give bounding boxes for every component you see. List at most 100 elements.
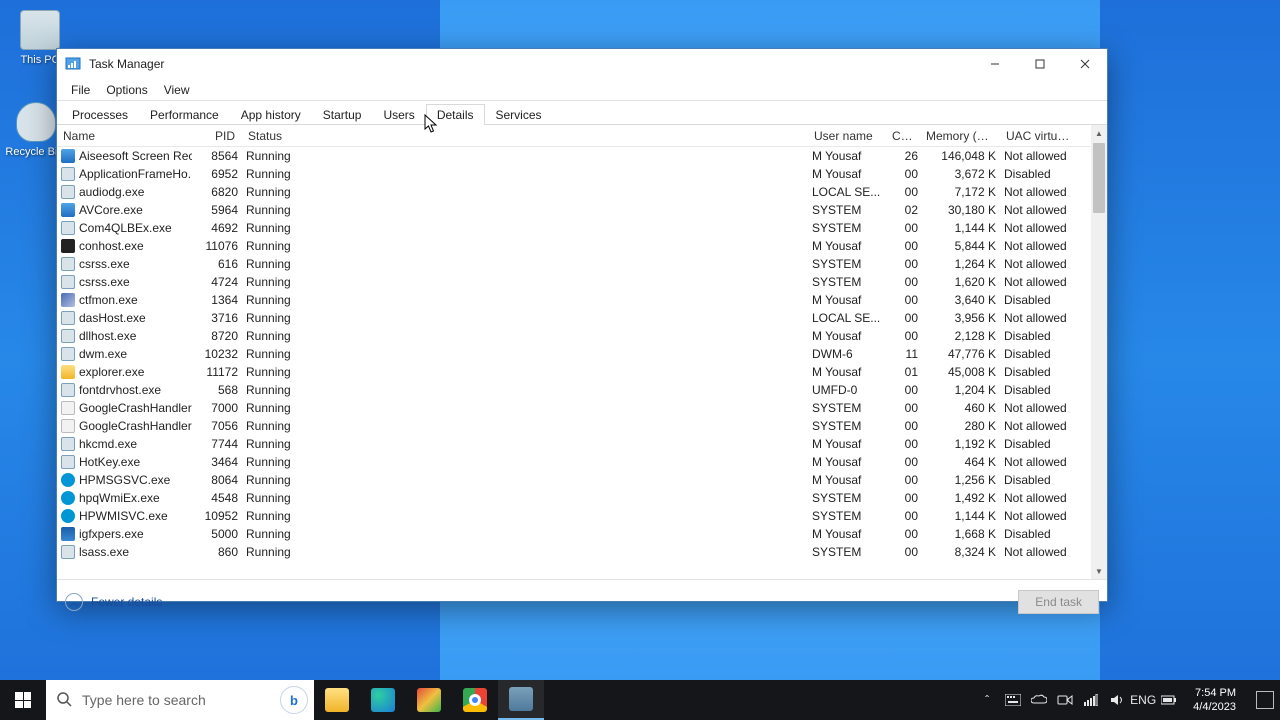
taskbar-search[interactable]: Type here to search b [46, 680, 314, 720]
end-task-button[interactable]: End task [1018, 590, 1099, 614]
table-row[interactable]: igfxpers.exe5000RunningM Yousaf001,668 K… [57, 525, 1107, 543]
table-row[interactable]: hkcmd.exe7744RunningM Yousaf001,192 KDis… [57, 435, 1107, 453]
column-uac[interactable]: UAC virtualizat... [1000, 129, 1080, 143]
process-cpu: 26 [888, 149, 922, 163]
process-user: SYSTEM [808, 509, 888, 523]
taskbar-file-explorer[interactable] [314, 680, 360, 720]
tab-app-history[interactable]: App history [230, 104, 312, 125]
column-cpu[interactable]: CPU [888, 129, 922, 143]
table-row[interactable]: csrss.exe616RunningSYSTEM001,264 KNot al… [57, 255, 1107, 273]
table-row[interactable]: csrss.exe4724RunningSYSTEM001,620 KNot a… [57, 273, 1107, 291]
menu-options[interactable]: Options [98, 81, 155, 99]
process-name: hpqWmiEx.exe [79, 491, 160, 505]
process-status: Running [242, 185, 808, 199]
tab-performance[interactable]: Performance [139, 104, 230, 125]
menu-view[interactable]: View [156, 81, 198, 99]
tray-keyboard-icon[interactable] [1005, 692, 1021, 708]
table-row[interactable]: audiodg.exe6820RunningLOCAL SE...007,172… [57, 183, 1107, 201]
tray-notifications-icon[interactable] [1256, 691, 1274, 709]
process-uac: Not allowed [1000, 203, 1080, 217]
tab-services[interactable]: Services [485, 104, 553, 125]
table-row[interactable]: Com4QLBEx.exe4692RunningSYSTEM001,144 KN… [57, 219, 1107, 237]
tray-onedrive-icon[interactable] [1031, 692, 1047, 708]
tray-chevron-up-icon[interactable]: ˆ [979, 692, 995, 708]
process-icon [61, 149, 75, 163]
table-row[interactable]: HotKey.exe3464RunningM Yousaf00464 KNot … [57, 453, 1107, 471]
start-button[interactable] [0, 680, 46, 720]
process-name: GoogleCrashHandler... [79, 401, 192, 415]
table-row[interactable]: dasHost.exe3716RunningLOCAL SE...003,956… [57, 309, 1107, 327]
close-button[interactable] [1062, 49, 1107, 79]
scroll-down-icon[interactable]: ▼ [1091, 563, 1107, 579]
vertical-scrollbar[interactable]: ▲ ▼ [1091, 125, 1107, 579]
table-row[interactable]: HPWMISVC.exe10952RunningSYSTEM001,144 KN… [57, 507, 1107, 525]
column-name[interactable]: Name [57, 129, 192, 143]
table-row[interactable]: explorer.exe11172RunningM Yousaf0145,008… [57, 363, 1107, 381]
process-icon [61, 401, 75, 415]
table-row[interactable]: HPMSGSVC.exe8064RunningM Yousaf001,256 K… [57, 471, 1107, 489]
tray-network-icon[interactable] [1083, 692, 1099, 708]
process-pid: 8064 [192, 473, 242, 487]
window-footer: ︿ Fewer details End task [57, 579, 1107, 623]
taskbar-edge[interactable] [360, 680, 406, 720]
table-row[interactable]: hpqWmiEx.exe4548RunningSYSTEM001,492 KNo… [57, 489, 1107, 507]
table-row[interactable]: lsass.exe860RunningSYSTEM008,324 KNot al… [57, 543, 1107, 561]
process-user: M Yousaf [808, 329, 888, 343]
process-memory: 460 K [922, 401, 1000, 415]
column-status[interactable]: Status [242, 129, 808, 143]
process-user: M Yousaf [808, 527, 888, 541]
table-row[interactable]: dwm.exe10232RunningDWM-61147,776 KDisabl… [57, 345, 1107, 363]
app-icon [417, 688, 441, 712]
process-user: SYSTEM [808, 419, 888, 433]
table-row[interactable]: ApplicationFrameHo...6952RunningM Yousaf… [57, 165, 1107, 183]
bing-icon[interactable]: b [280, 686, 308, 714]
scroll-thumb[interactable] [1093, 143, 1105, 213]
table-row[interactable]: GoogleCrashHandler...7000RunningSYSTEM00… [57, 399, 1107, 417]
menu-file[interactable]: File [63, 81, 98, 99]
process-user: M Yousaf [808, 365, 888, 379]
table-row[interactable]: Aiseesoft Screen Rec...8564RunningM Yous… [57, 147, 1107, 165]
scroll-up-icon[interactable]: ▲ [1091, 125, 1107, 141]
process-icon [61, 185, 75, 199]
process-name: csrss.exe [79, 275, 130, 289]
tab-processes[interactable]: Processes [61, 104, 139, 125]
column-user[interactable]: User name [808, 129, 888, 143]
task-manager-icon [65, 56, 81, 72]
process-icon [61, 455, 75, 469]
taskbar-chrome[interactable] [452, 680, 498, 720]
process-status: Running [242, 347, 808, 361]
process-pid: 7056 [192, 419, 242, 433]
table-row[interactable]: fontdrvhost.exe568RunningUMFD-0001,204 K… [57, 381, 1107, 399]
fewer-details-button[interactable]: ︿ Fewer details [65, 593, 162, 611]
table-row[interactable]: conhost.exe11076RunningM Yousaf005,844 K… [57, 237, 1107, 255]
tray-battery-icon[interactable] [1161, 692, 1177, 708]
titlebar[interactable]: Task Manager [57, 49, 1107, 79]
minimize-button[interactable] [972, 49, 1017, 79]
process-pid: 5000 [192, 527, 242, 541]
taskbar-task-manager[interactable] [498, 680, 544, 720]
process-status: Running [242, 257, 808, 271]
process-status: Running [242, 365, 808, 379]
table-row[interactable]: dllhost.exe8720RunningM Yousaf002,128 KD… [57, 327, 1107, 345]
column-pid[interactable]: PID [192, 129, 242, 143]
taskbar-app[interactable] [406, 680, 452, 720]
process-uac: Not allowed [1000, 545, 1080, 559]
table-row[interactable]: AVCore.exe5964RunningSYSTEM0230,180 KNot… [57, 201, 1107, 219]
tray-meet-now-icon[interactable] [1057, 692, 1073, 708]
tab-users[interactable]: Users [372, 104, 425, 125]
process-user: DWM-6 [808, 347, 888, 361]
table-row[interactable]: GoogleCrashHandler...7056RunningSYSTEM00… [57, 417, 1107, 435]
process-pid: 4724 [192, 275, 242, 289]
tray-volume-icon[interactable] [1109, 692, 1125, 708]
tray-clock[interactable]: 7:54 PM 4/4/2023 [1187, 686, 1242, 714]
table-row[interactable]: ctfmon.exe1364RunningM Yousaf003,640 KDi… [57, 291, 1107, 309]
tab-startup[interactable]: Startup [312, 104, 373, 125]
process-name: ApplicationFrameHo... [79, 167, 192, 181]
maximize-button[interactable] [1017, 49, 1062, 79]
tab-details[interactable]: Details [426, 104, 485, 125]
process-user: M Yousaf [808, 473, 888, 487]
process-user: LOCAL SE... [808, 185, 888, 199]
process-memory: 464 K [922, 455, 1000, 469]
tray-eng-icon[interactable]: ENG [1135, 692, 1151, 708]
column-memory[interactable]: Memory (a... [922, 129, 1000, 143]
